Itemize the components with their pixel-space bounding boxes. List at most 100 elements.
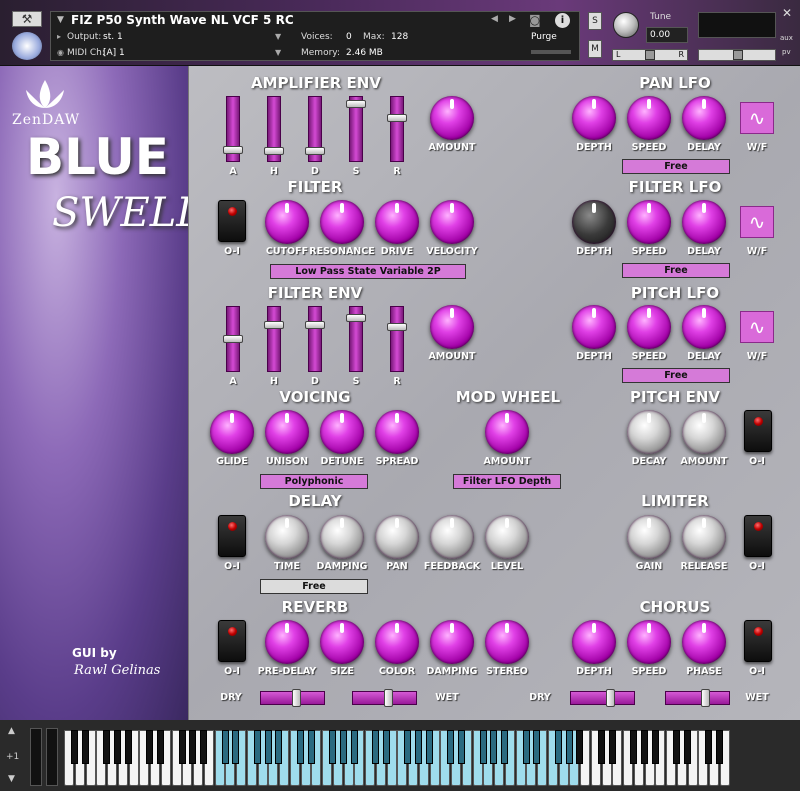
chorus-mix-slider[interactable] [570, 689, 635, 707]
pitch-env-amount-knob[interactable] [682, 410, 726, 454]
spread-knob[interactable] [375, 410, 419, 454]
black-key[interactable] [157, 730, 164, 764]
black-key[interactable] [597, 730, 605, 764]
filter-env-s-handle[interactable] [346, 314, 366, 322]
pan-lfo-depth-knob[interactable] [572, 96, 616, 140]
pan-handle[interactable] [645, 50, 655, 60]
amp-env-r-slider[interactable] [387, 96, 407, 162]
black-key[interactable] [146, 730, 154, 764]
output-select[interactable]: st. 1 [103, 32, 123, 42]
volume-slider[interactable] [698, 49, 776, 61]
black-key[interactable] [114, 730, 121, 764]
black-key[interactable] [533, 730, 541, 764]
filter-env-d-handle[interactable] [305, 321, 325, 329]
filter-env-amount-knob[interactable] [430, 305, 474, 349]
black-key[interactable] [275, 730, 283, 764]
octave-down-button[interactable]: ▲ [8, 726, 15, 736]
info-icon[interactable]: i [555, 13, 570, 28]
filter-power-button[interactable] [218, 200, 246, 242]
black-key[interactable] [576, 730, 584, 764]
camera-icon[interactable]: ◙ [529, 13, 541, 27]
filter-env-d-slider[interactable] [305, 306, 325, 372]
mute-button[interactable]: M [588, 40, 602, 58]
limiter-release-knob[interactable] [682, 515, 726, 559]
reverb-mix-slider[interactable] [260, 689, 325, 707]
velocity-knob[interactable] [430, 200, 474, 244]
black-key[interactable] [415, 730, 422, 764]
filter-lfo-mode-menu[interactable]: Free [622, 263, 730, 278]
filter-env-a-slider[interactable] [223, 306, 243, 372]
black-key[interactable] [307, 730, 315, 764]
aux-button[interactable]: aux [780, 34, 793, 42]
delay-level-knob[interactable] [485, 515, 529, 559]
output-dropdown-icon[interactable]: ▼ [275, 32, 281, 41]
cutoff-knob[interactable] [265, 200, 309, 244]
pitch-env-power-button[interactable] [744, 410, 772, 452]
keyboard[interactable]: ▲ +1 ▼ [0, 720, 800, 791]
pitch-lfo-delay-knob[interactable] [682, 305, 726, 349]
mod-wheel-target-menu[interactable]: Filter LFO Depth [453, 474, 561, 489]
solo-button[interactable]: S [588, 12, 602, 30]
filter-lfo-speed-knob[interactable] [627, 200, 671, 244]
black-key[interactable] [447, 730, 455, 764]
black-key[interactable] [458, 730, 465, 764]
black-key[interactable] [189, 730, 197, 764]
drive-knob[interactable] [375, 200, 419, 244]
glide-knob[interactable] [210, 410, 254, 454]
black-key[interactable] [522, 730, 530, 764]
delay-time-knob[interactable] [265, 515, 309, 559]
max-value[interactable]: 128 [391, 32, 408, 42]
black-key[interactable] [296, 730, 304, 764]
voicing-mode-menu[interactable]: Polyphonic [260, 474, 368, 489]
limiter-power-button[interactable] [744, 515, 772, 557]
filter-env-h-handle[interactable] [264, 321, 284, 329]
amp-amount-knob[interactable] [430, 96, 474, 140]
filter-type-menu[interactable]: Low Pass State Variable 2P [270, 264, 466, 279]
chorus-power-button[interactable] [744, 620, 772, 662]
wrench-icon[interactable]: ⚒ [12, 11, 42, 27]
black-key[interactable] [716, 730, 723, 764]
filter-lfo-waveform-button[interactable]: ∿ [740, 206, 774, 238]
black-key[interactable] [253, 730, 261, 764]
black-key[interactable] [264, 730, 272, 764]
black-key[interactable] [221, 730, 229, 764]
black-key[interactable] [565, 730, 573, 764]
amp-env-d-slider[interactable] [305, 96, 325, 162]
pitch-lfo-mode-menu[interactable]: Free [622, 368, 730, 383]
chorus-mix-handle-2[interactable] [701, 689, 710, 707]
limiter-gain-knob[interactable] [627, 515, 671, 559]
black-key[interactable] [640, 730, 648, 764]
chorus-mix-handle[interactable] [606, 689, 615, 707]
black-key[interactable] [608, 730, 616, 764]
chorus-mix-slider-2[interactable] [665, 689, 730, 707]
black-key[interactable] [630, 730, 637, 764]
amp-env-s-slider[interactable] [346, 96, 366, 162]
midi-dropdown-icon[interactable]: ▼ [275, 48, 281, 57]
next-instrument-button[interactable]: ▶ [509, 14, 516, 24]
black-key[interactable] [425, 730, 433, 764]
filter-env-r-handle[interactable] [387, 323, 407, 331]
resonance-knob[interactable] [320, 200, 364, 244]
delay-pan-knob[interactable] [375, 515, 419, 559]
chorus-phase-knob[interactable] [682, 620, 726, 664]
pitch-lfo-waveform-button[interactable]: ∿ [740, 311, 774, 343]
mod-wheel[interactable] [46, 728, 58, 786]
amp-env-h-handle[interactable] [264, 147, 284, 155]
reverb-mix-handle[interactable] [292, 689, 301, 707]
black-key[interactable] [81, 730, 89, 764]
amp-env-d-handle[interactable] [305, 147, 325, 155]
tune-value[interactable]: 0.00 [646, 27, 688, 43]
black-key[interactable] [490, 730, 498, 764]
black-key[interactable] [124, 730, 132, 764]
filter-env-h-slider[interactable] [264, 306, 284, 372]
black-key[interactable] [350, 730, 358, 764]
unison-knob[interactable] [265, 410, 309, 454]
black-key[interactable] [651, 730, 659, 764]
purge-button[interactable]: Purge [531, 32, 557, 42]
black-key[interactable] [103, 730, 111, 764]
reverb-mix-handle-2[interactable] [384, 689, 393, 707]
black-key[interactable] [339, 730, 347, 764]
amp-env-r-handle[interactable] [387, 114, 407, 122]
delay-feedback-knob[interactable] [430, 515, 474, 559]
filter-lfo-depth-knob[interactable] [572, 200, 616, 244]
